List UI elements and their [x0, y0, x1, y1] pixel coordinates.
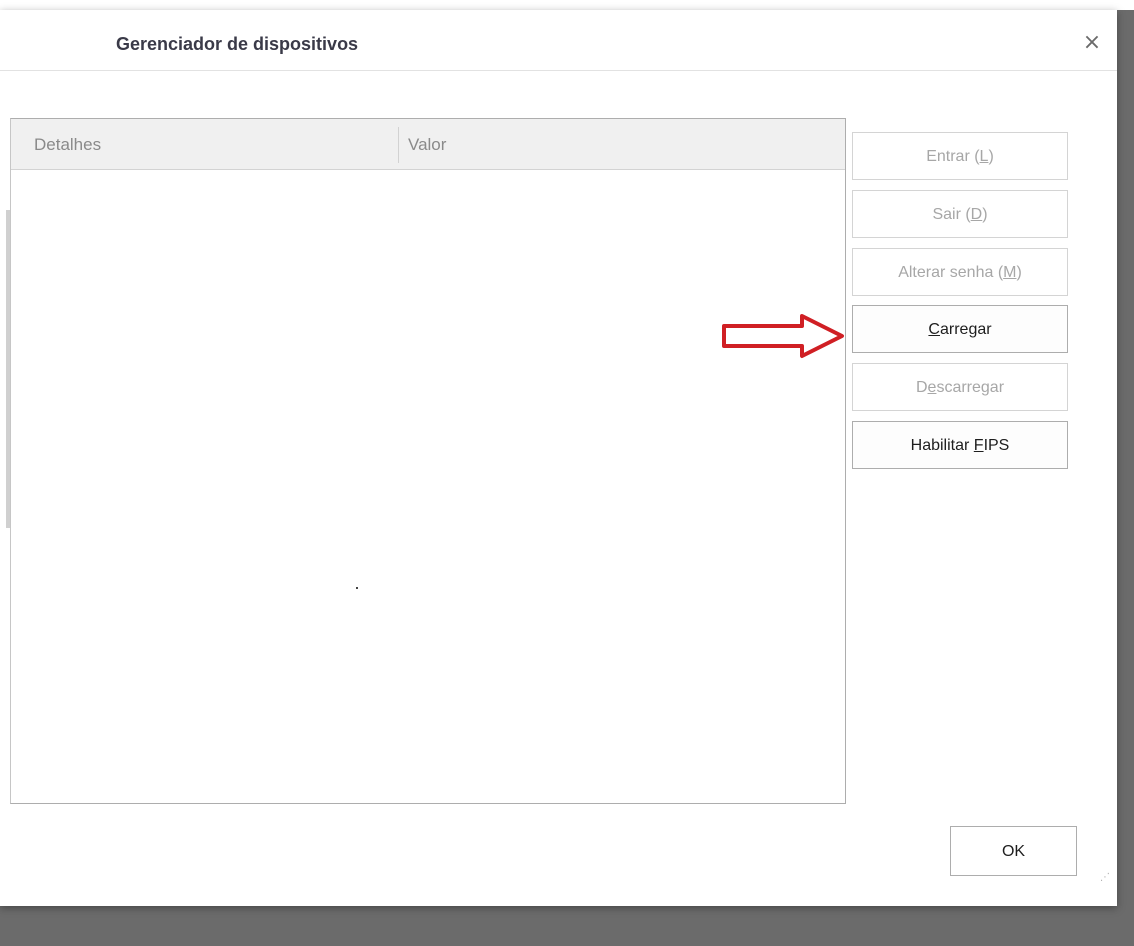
window-top-strip	[0, 0, 1134, 10]
fips-label-prefix: Habilitar	[910, 437, 974, 454]
column-header-details[interactable]: Detalhes	[34, 135, 101, 155]
logout-label-prefix: Sair (	[932, 206, 971, 223]
login-button[interactable]: Entrar (L)	[852, 132, 1068, 180]
logout-button[interactable]: Sair (D)	[852, 190, 1068, 238]
arrow-right-icon	[722, 314, 844, 358]
change-password-label-suffix: )	[1016, 264, 1022, 281]
login-label-prefix: Entrar (	[926, 148, 980, 165]
load-label-suffix: arregar	[939, 321, 992, 338]
logout-label-suffix: )	[982, 206, 988, 223]
unload-button[interactable]: Descarregar	[852, 363, 1068, 411]
table-header: Detalhes Valor	[11, 119, 845, 170]
close-icon[interactable]: ×	[1082, 32, 1102, 54]
unload-label-suffix: scarregar	[936, 379, 1005, 396]
dialog-title: Gerenciador de dispositivos	[116, 34, 359, 54]
load-button[interactable]: Carregar	[852, 305, 1068, 353]
change-password-button[interactable]: Alterar senha (M)	[852, 248, 1068, 296]
device-manager-dialog: Gerenciador de dispositivos × Detalhes V…	[0, 10, 1117, 906]
change-password-label-prefix: Alterar senha (	[898, 264, 1004, 281]
enable-fips-button[interactable]: Habilitar FIPS	[852, 421, 1068, 469]
logout-mnemonic: D	[970, 206, 983, 223]
title-bar: Gerenciador de dispositivos ×	[0, 10, 1117, 71]
ok-button[interactable]: OK	[950, 826, 1077, 876]
column-header-value[interactable]: Valor	[408, 135, 446, 155]
login-label-suffix: )	[988, 148, 994, 165]
load-mnemonic: C	[928, 321, 940, 338]
fips-label-suffix: IPS	[983, 437, 1010, 454]
unload-label-prefix: D	[915, 379, 928, 396]
resize-grip-icon[interactable]: ⋰	[1100, 872, 1112, 884]
column-separator[interactable]	[398, 127, 399, 163]
table-dot	[356, 587, 358, 589]
fips-mnemonic: F	[973, 437, 984, 454]
details-table: Detalhes Valor	[10, 118, 846, 804]
change-password-mnemonic: M	[1003, 264, 1017, 281]
